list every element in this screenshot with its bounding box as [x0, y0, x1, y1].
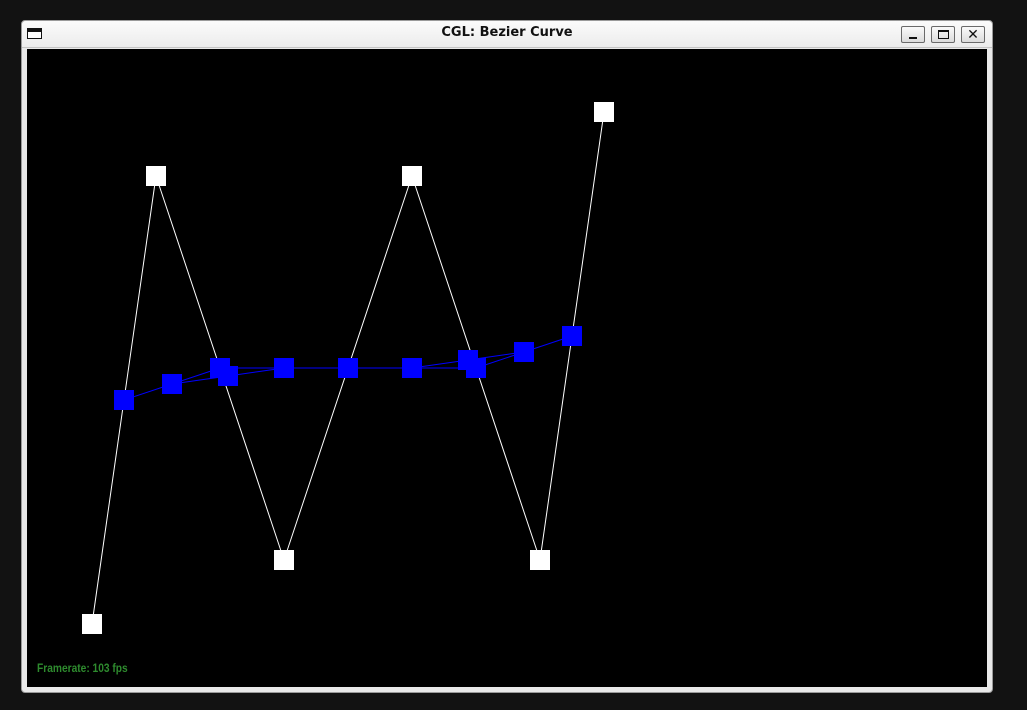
- curve-point: [162, 374, 182, 394]
- curve-point: [514, 342, 534, 362]
- minimize-button[interactable]: [901, 26, 925, 43]
- curve-point: [402, 358, 422, 378]
- curve-point: [274, 358, 294, 378]
- control-point: [402, 166, 422, 186]
- minimize-icon: [909, 36, 917, 39]
- framerate-label: Framerate: 103 fps: [37, 661, 128, 675]
- control-point: [274, 550, 294, 570]
- close-icon: ✕: [967, 26, 979, 43]
- control-point: [82, 614, 102, 634]
- curve-point: [338, 358, 358, 378]
- control-point: [530, 550, 550, 570]
- curve-point: [114, 390, 134, 410]
- render-canvas[interactable]: Framerate: 103 fps: [27, 49, 987, 687]
- bezier-scene: [82, 102, 614, 634]
- control-point: [146, 166, 166, 186]
- maximize-button[interactable]: [931, 26, 955, 43]
- app-window: CGL: Bezier Curve ✕ Framerate: 103 fps: [21, 20, 993, 693]
- window-title: CGL: Bezier Curve: [441, 25, 573, 40]
- title-bar[interactable]: CGL: Bezier Curve ✕: [22, 21, 992, 48]
- close-button[interactable]: ✕: [961, 26, 985, 43]
- control-point: [594, 102, 614, 122]
- curve-point: [218, 366, 238, 386]
- maximize-icon: [937, 30, 949, 39]
- curve-point: [562, 326, 582, 346]
- curve-point: [466, 358, 486, 378]
